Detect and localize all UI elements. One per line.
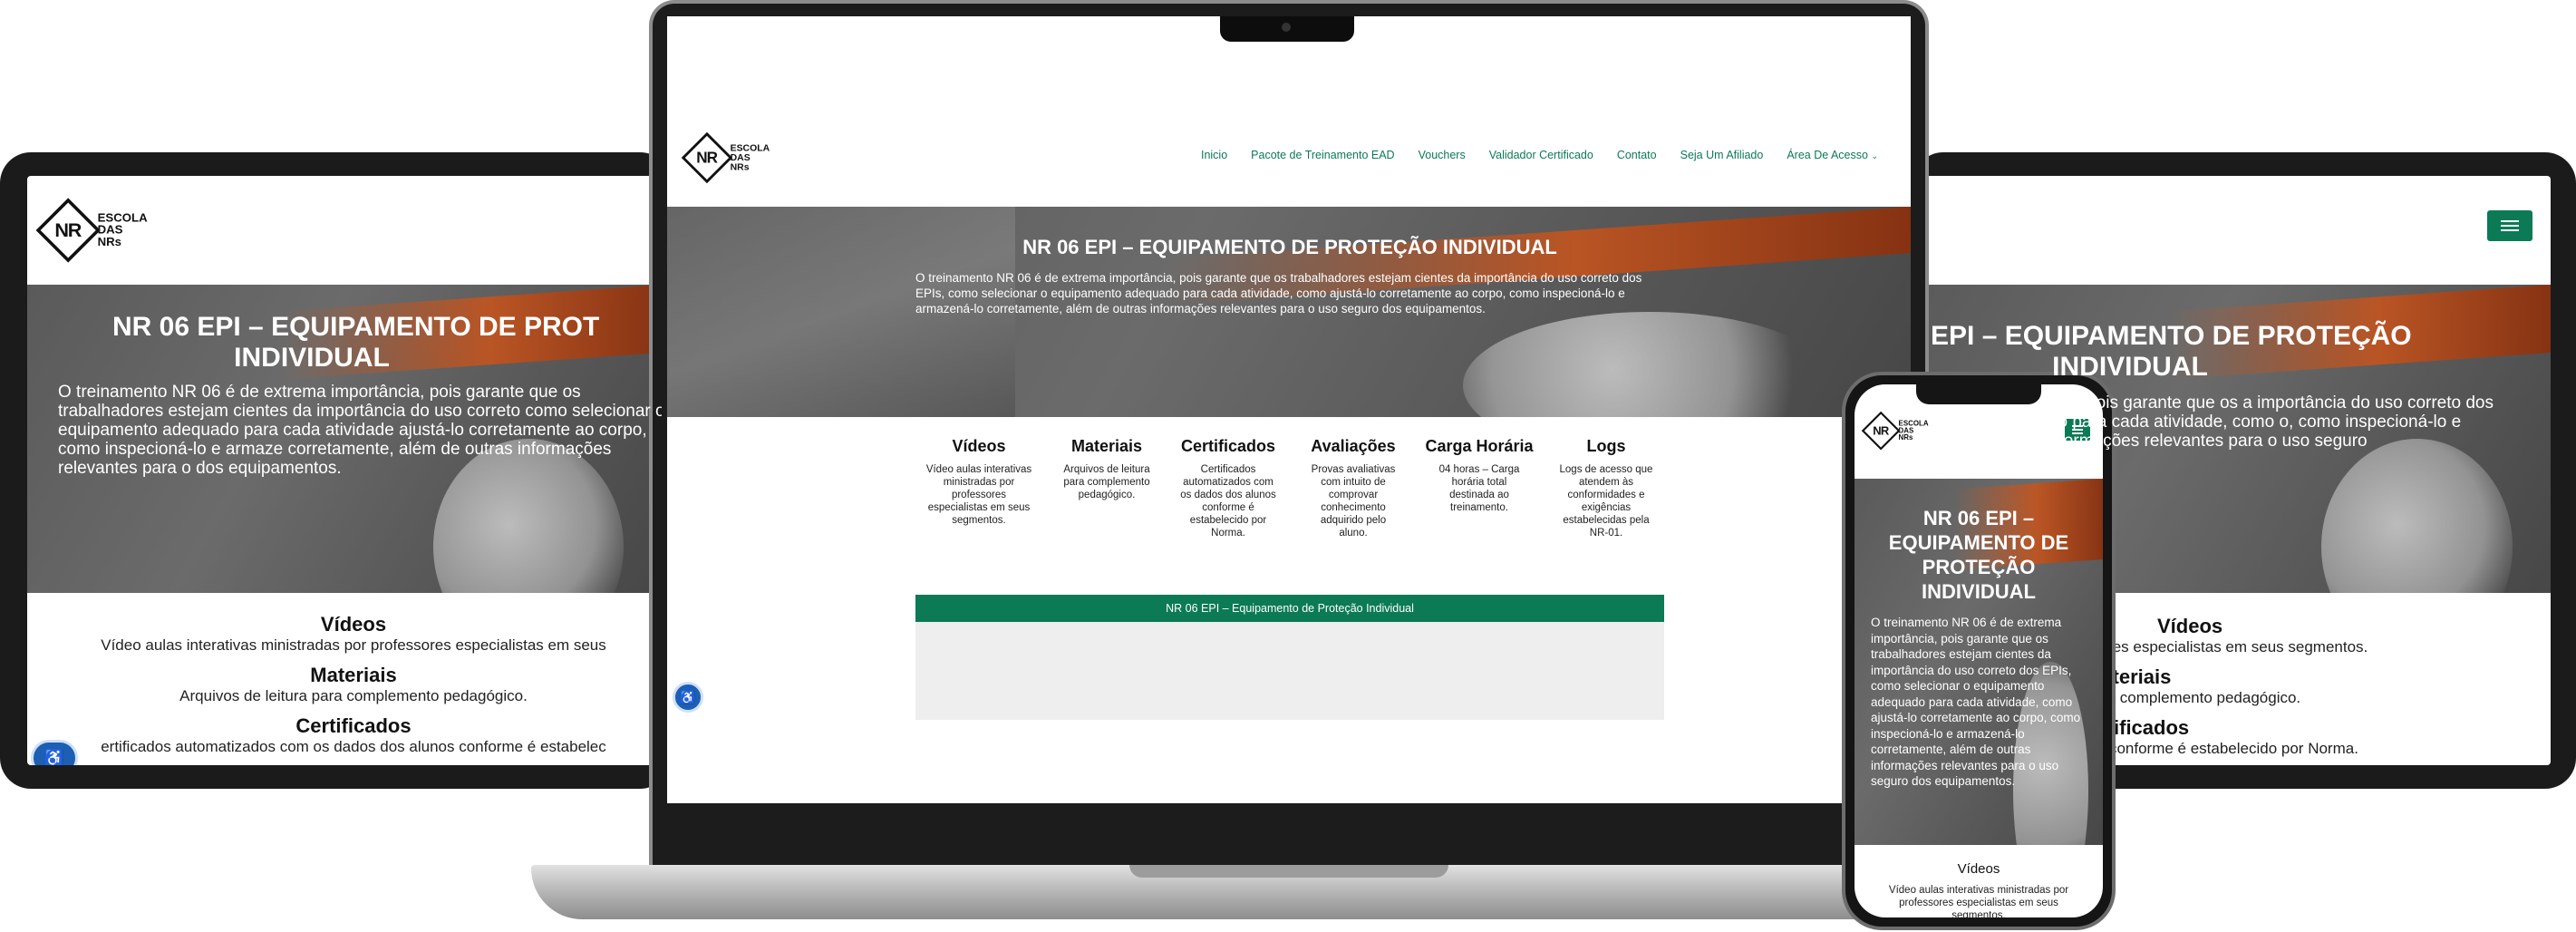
- laptop-hinge-notch: [1129, 865, 1448, 878]
- hero-title: EPI – EQUIPAMENTO DE PROTEÇÃO: [1931, 321, 2412, 351]
- main-nav: Inicio Pacote de Treinamento EAD Voucher…: [1201, 149, 1878, 161]
- feature-item: Logs Logs de acesso que atendem às confo…: [1552, 437, 1661, 539]
- feature-title: Logs: [1586, 437, 1626, 455]
- tablet-left-header: NR ESCOLA DAS NRs: [27, 176, 662, 285]
- logo-mark: NR: [681, 131, 733, 184]
- nav-item-pacote[interactable]: Pacote de Treinamento EAD: [1251, 149, 1394, 161]
- feature-item: Certificados ertificados automatizados c…: [27, 714, 662, 756]
- feature-item: Materiais para complemento pedagógico.: [2085, 665, 2551, 707]
- phone-screen: NR ESCOLA DAS NRs NR 06 EPI – EQUIPAMENTO …: [1855, 384, 2103, 917]
- nav-item-area-acesso[interactable]: Área De Acesso ⌄: [1787, 149, 1878, 161]
- hero-section: NR 06 EPI – EQUIPAMENTO DE PROT INDIVIDU…: [27, 285, 662, 593]
- nav-item-afiliado[interactable]: Seja Um Afiliado: [1680, 149, 1764, 161]
- logo-mark: NR: [1861, 411, 1901, 451]
- feature-desc: Arquivos de leitura para complemento ped…: [179, 687, 528, 704]
- laptop: NR ESCOLA DAS NRs Inicio Pacote de Treinam…: [531, 0, 2047, 919]
- brand-logo[interactable]: NR ESCOLA DAS NRs: [35, 198, 148, 263]
- logo-text: ESCOLA DAS NRs: [97, 211, 148, 248]
- logo-mark: NR: [35, 198, 101, 263]
- phone: NR ESCOLA DAS NRs NR 06 EPI – EQUIPAMENTO …: [1842, 372, 2116, 930]
- feature-grid: Vídeos Vídeo aulas interativas ministrad…: [667, 417, 1911, 539]
- feature-title: Certificados: [1180, 437, 1276, 455]
- feature-item: Certificados Certificados automatizados …: [1173, 437, 1283, 539]
- menu-icon: [2501, 225, 2519, 227]
- feature-title: Avaliações: [1311, 437, 1396, 455]
- feature-desc: Provas avaliativas com intuito de compro…: [1311, 464, 1396, 539]
- feature-desc: Vídeo aulas interativas ministradas por …: [101, 636, 606, 654]
- hamburger-menu-button[interactable]: [2487, 210, 2532, 241]
- hero-section: NR 06 EPI – EQUIPAMENTO DE PROTEÇÃO INDI…: [1855, 479, 2103, 845]
- feature-desc: ertificados automatizados com os dados d…: [101, 738, 606, 755]
- feature-title: Materiais: [310, 664, 397, 686]
- tablet-left: NR ESCOLA DAS NRs NR 06 EPI – EQUIPAMENTO …: [0, 152, 671, 789]
- camera-icon: [1282, 23, 1291, 32]
- feature-desc: para complemento pedagógico.: [2085, 689, 2301, 706]
- feature-item: Certificados dos alunos conforme é estab…: [2030, 716, 2551, 758]
- logo-text: ESCOLA DAS NRs: [730, 142, 770, 172]
- course-panel: NR 06 EPI – Equipamento de Proteção Indi…: [915, 595, 1664, 720]
- site-header: NR ESCOLA DAS NRs Inicio Pacote de Treinam…: [667, 16, 1911, 207]
- feature-desc: Certificados automatizados com os dados …: [1180, 464, 1276, 539]
- feature-item: Materiais Arquivos de leitura para compl…: [27, 664, 662, 705]
- hero-section: NR 06 EPI – EQUIPAMENTO DE PROTEÇÃO INDI…: [667, 207, 1911, 417]
- course-bar[interactable]: NR 06 EPI – Equipamento de Proteção Indi…: [915, 595, 1664, 622]
- nav-item-vouchers[interactable]: Vouchers: [1419, 149, 1466, 161]
- feature-item: Carga Horária 04 horas – Carga horária t…: [1423, 437, 1535, 539]
- feature-list: Vídeos Vídeo aulas interativas ministrad…: [1855, 845, 2103, 917]
- hero-body: O treinamento NR 06 é de extrema importâ…: [58, 383, 662, 478]
- feature-title: Vídeos: [320, 613, 387, 636]
- phone-notch: [1916, 384, 2041, 404]
- tablet-left-screen: NR ESCOLA DAS NRs NR 06 EPI – EQUIPAMENTO …: [27, 176, 662, 765]
- accessibility-icon[interactable]: ♿: [31, 740, 78, 765]
- feature-list: Vídeos Vídeo aulas interativas ministrad…: [27, 593, 662, 756]
- laptop-screen: NR ESCOLA DAS NRs Inicio Pacote de Treinam…: [667, 16, 1911, 823]
- hero-title: NR 06 EPI – EQUIPAMENTO DE PROT: [112, 312, 600, 342]
- nav-item-contato[interactable]: Contato: [1617, 149, 1657, 161]
- feature-item: Vídeos or professores especialistas em s…: [2030, 615, 2551, 656]
- chevron-down-icon: ⌄: [1871, 151, 1878, 160]
- feature-title: Vídeos: [952, 437, 1006, 455]
- hero-title-line2: INDIVIDUAL: [2052, 352, 2208, 382]
- feature-item: Vídeos Vídeo aulas interativas ministrad…: [27, 613, 662, 655]
- feature-item: Vídeos Vídeo aulas interativas ministrad…: [917, 437, 1041, 539]
- hero-body: O treinamento NR 06 é de extrema importâ…: [1871, 616, 2081, 788]
- laptop-notch: [1220, 16, 1354, 42]
- feature-title: Carga Horária: [1425, 437, 1534, 455]
- screen-bottom-band: [667, 803, 1911, 823]
- hero-body: O treinamento NR 06 é de extrema importâ…: [915, 271, 1642, 316]
- accessibility-icon[interactable]: ♿: [673, 682, 703, 713]
- brand-logo[interactable]: NR ESCOLA DAS NRs: [681, 131, 770, 184]
- nav-item-inicio[interactable]: Inicio: [1201, 149, 1227, 161]
- feature-title: Vídeos: [1957, 861, 2000, 877]
- feature-desc: Arquivos de leitura para complemento ped…: [1063, 464, 1150, 500]
- feature-item: Avaliações Provas avaliativas com intuit…: [1300, 437, 1407, 539]
- feature-desc: Vídeo aulas interativas ministradas por …: [1888, 885, 2069, 917]
- feature-title: Materiais: [1070, 437, 1143, 455]
- feature-desc: Logs de acesso que atendem às conformida…: [1559, 464, 1653, 539]
- nav-item-validador[interactable]: Validador Certificado: [1489, 149, 1593, 161]
- feature-title: Certificados: [2074, 716, 2190, 739]
- hero-title-line2: INDIVIDUAL: [234, 343, 390, 373]
- feature-desc: 04 horas – Carga horária total destinada…: [1438, 464, 1520, 513]
- tablet-right-header: [1913, 176, 2551, 285]
- course-content-area: [915, 622, 1664, 720]
- hero-title: NR 06 EPI – EQUIPAMENTO DE PROTEÇÃO INDI…: [1888, 507, 2069, 603]
- feature-title: Certificados: [295, 714, 412, 737]
- feature-title: Materiais: [2085, 665, 2172, 688]
- feature-desc: Vídeo aulas interativas ministradas por …: [925, 464, 1032, 526]
- feature-item: Materiais Arquivos de leitura para compl…: [1057, 437, 1157, 539]
- feature-title: Vídeos: [2157, 615, 2223, 637]
- device-mockup-scene: NR ESCOLA DAS NRs NR 06 EPI – EQUIPAMENTO …: [0, 0, 2576, 932]
- hero-title: NR 06 EPI – EQUIPAMENTO DE PROTEÇÃO INDI…: [1022, 236, 1557, 258]
